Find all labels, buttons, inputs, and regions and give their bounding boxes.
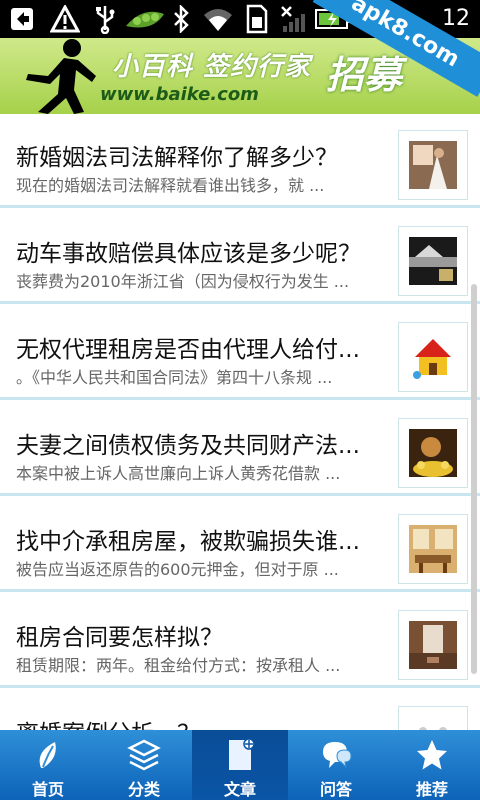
article-summary: 租赁期限：两年。租金给付方式：按承租人 ... xyxy=(16,656,341,675)
article-summary: 现在的婚姻法司法解释就看谁出钱多，就 ... xyxy=(16,176,325,195)
document-icon xyxy=(229,738,255,770)
article-summary: 本案中被上诉人高世廉向上诉人黄秀花借款 ... xyxy=(16,464,341,483)
article-title: 无权代理租房是否由代理人给付... xyxy=(16,337,360,363)
article-title: 找中介承租房屋，被欺骗损失谁... xyxy=(16,529,360,555)
peas-icon xyxy=(122,0,168,38)
article-thumbnail xyxy=(398,610,468,680)
tab-recommend[interactable]: 推荐 xyxy=(384,730,480,800)
article-summary: 。《中华人民共和国合同法》第四十八条规 ... xyxy=(16,368,333,387)
article-title: 租房合同要怎样拟？ xyxy=(16,625,223,651)
bluetooth-icon xyxy=(168,0,194,38)
article-title: 新婚姻法司法解释你了解多少？ xyxy=(16,145,338,171)
article-title: 夫妻之间债权债务及共同财产法... xyxy=(16,433,360,459)
banner-headline: 小百科 签约行家 xyxy=(112,52,312,82)
banner-slogan: 招募 xyxy=(326,53,403,97)
article-thumbnail xyxy=(398,706,468,730)
tab-categories[interactable]: 分类 xyxy=(96,730,192,800)
list-item[interactable]: 无权代理租房是否由代理人给付... 。《中华人民共和国合同法》第四十八条规 ..… xyxy=(0,306,480,400)
list-item[interactable]: 离婚案例分析一？ xyxy=(0,690,480,730)
list-item[interactable]: 夫妻之间债权债务及共同财产法... 本案中被上诉人高世廉向上诉人黄秀花借款 ..… xyxy=(0,402,480,496)
article-thumbnail xyxy=(398,418,468,488)
article-thumbnail xyxy=(398,130,468,200)
tab-label: 文章 xyxy=(223,780,256,799)
list-item[interactable]: 新婚姻法司法解释你了解多少？ 现在的婚姻法司法解释就看谁出钱多，就 ... xyxy=(0,114,480,208)
app-icon xyxy=(6,0,38,38)
article-list[interactable]: 新婚姻法司法解释你了解多少？ 现在的婚姻法司法解释就看谁出钱多，就 ... 动车… xyxy=(0,114,480,730)
tab-label: 问答 xyxy=(319,780,352,799)
article-summary: 被告应当返还原告的600元押金，但对于原 ... xyxy=(16,560,339,579)
chat-bubbles-icon xyxy=(323,742,352,769)
article-summary: 丧葬费为2010年浙江省（因为侵权行为发生 ... xyxy=(16,272,350,291)
tab-articles[interactable]: 文章 xyxy=(192,730,288,800)
list-item[interactable]: 动车事故赔偿具体应该是多少呢？ 丧葬费为2010年浙江省（因为侵权行为发生 ..… xyxy=(0,210,480,304)
tab-label: 推荐 xyxy=(415,780,448,799)
leaf-icon xyxy=(39,742,56,768)
star-icon xyxy=(417,740,447,770)
tab-qa[interactable]: 问答 xyxy=(288,730,384,800)
article-title: 动车事故赔偿具体应该是多少呢？ xyxy=(16,241,361,267)
layers-icon xyxy=(127,739,161,771)
wifi-icon xyxy=(200,0,236,38)
article-thumbnail xyxy=(398,226,468,296)
no-signal-icon xyxy=(278,0,308,38)
article-thumbnail xyxy=(398,322,468,392)
article-thumbnail xyxy=(398,514,468,584)
tab-label: 首页 xyxy=(31,780,64,799)
article-title: 离婚案例分析一？ xyxy=(16,714,376,730)
list-item[interactable]: 找中介承租房屋，被欺骗损失谁... 被告应当返还原告的600元押金，但对于原 .… xyxy=(0,498,480,592)
sim-icon xyxy=(242,0,272,38)
tab-home[interactable]: 首页 xyxy=(0,730,96,800)
list-scrollbar[interactable] xyxy=(471,284,477,674)
bottom-tab-bar: 首页 分类 文章 问答 推荐 xyxy=(0,730,480,800)
list-item[interactable]: 租房合同要怎样拟？ 租赁期限：两年。租金给付方式：按承租人 ... xyxy=(0,594,480,688)
banner-url: www.baike.com xyxy=(100,84,259,105)
usb-icon xyxy=(90,0,120,38)
warning-icon xyxy=(48,0,82,38)
runner-silhouette xyxy=(26,39,96,114)
tab-label: 分类 xyxy=(127,780,160,799)
